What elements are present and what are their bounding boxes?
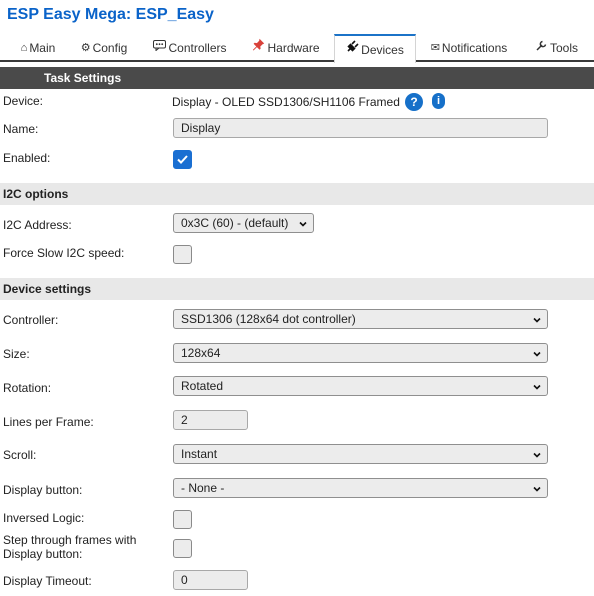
- device-value: Display - OLED SSD1306/SH1106 Framed: [172, 95, 400, 109]
- tab-main-label: Main: [29, 41, 56, 55]
- chevron-down-icon: [533, 351, 541, 357]
- device-label: Device:: [3, 94, 44, 108]
- name-input[interactable]: Display: [173, 118, 548, 138]
- wrench-icon: [536, 34, 548, 62]
- display-button-label: Display button:: [3, 483, 83, 497]
- i2c-address-label: I2C Address:: [3, 218, 72, 232]
- app-title: ESP Easy Mega: ESP_Easy: [7, 6, 214, 23]
- tab-main[interactable]: ⌂ Main: [18, 34, 58, 62]
- plug-icon: [346, 36, 359, 64]
- rotation-label: Rotation:: [3, 381, 52, 395]
- size-label: Size:: [3, 347, 30, 361]
- enabled-checkbox[interactable]: [173, 150, 192, 169]
- gear-icon: ⚙: [80, 42, 91, 54]
- controller-value: SSD1306 (128x64 dot controller): [181, 312, 356, 326]
- task-settings-header: Task Settings: [0, 67, 594, 89]
- slow-i2c-checkbox[interactable]: [173, 245, 192, 264]
- tab-devices-label: Devices: [361, 42, 404, 57]
- i2c-address-select[interactable]: 0x3C (60) - (default): [173, 213, 314, 233]
- tab-controllers-label: Controllers: [168, 41, 227, 55]
- inversed-logic-label: Inversed Logic:: [3, 511, 85, 525]
- slow-i2c-label: Force Slow I2C speed:: [3, 246, 125, 260]
- chevron-down-icon: [533, 317, 541, 323]
- chevron-down-icon: [299, 221, 307, 227]
- pin-icon: [252, 34, 265, 62]
- size-value: 128x64: [181, 346, 221, 360]
- step-frames-checkbox[interactable]: [173, 539, 192, 558]
- tab-tools-label: Tools: [549, 41, 578, 55]
- controller-select[interactable]: SSD1306 (128x64 dot controller): [173, 309, 548, 329]
- size-select[interactable]: 128x64: [173, 343, 548, 363]
- display-timeout-input[interactable]: 0: [173, 570, 248, 590]
- tab-notifications-label: Notifications: [441, 41, 508, 55]
- rotation-select[interactable]: Rotated: [173, 376, 548, 396]
- i2c-address-value: 0x3C (60) - (default): [181, 216, 289, 230]
- help-icon[interactable]: ?: [405, 93, 423, 111]
- scroll-label: Scroll:: [3, 448, 37, 462]
- tab-hardware-label: Hardware: [267, 41, 320, 55]
- step-frames-label-line2: Display button:: [3, 547, 83, 561]
- chevron-down-icon: [533, 452, 541, 458]
- enabled-label: Enabled:: [3, 151, 51, 165]
- controller-label: Controller:: [3, 313, 59, 327]
- checkmark-icon: [177, 155, 188, 164]
- mail-icon: ✉: [430, 42, 440, 54]
- tab-controllers[interactable]: Controllers: [150, 34, 230, 62]
- lines-per-frame-input[interactable]: 2: [173, 410, 248, 430]
- lines-per-frame-label: Lines per Frame:: [3, 415, 94, 429]
- name-label: Name:: [3, 122, 39, 136]
- main-nav-tabs: ⌂ Main ⚙ Config Controllers Hardware Dev…: [0, 34, 594, 63]
- tab-config-label: Config: [92, 41, 128, 55]
- tab-notifications[interactable]: ✉ Notifications: [428, 34, 510, 62]
- tab-hardware[interactable]: Hardware: [250, 34, 322, 62]
- scroll-value: Instant: [181, 447, 218, 461]
- home-icon: ⌂: [20, 42, 28, 54]
- i2c-options-section: I2C options: [0, 183, 594, 205]
- chevron-down-icon: [533, 486, 541, 492]
- step-frames-label: Step through frames with Display button:: [3, 533, 136, 561]
- chevron-down-icon: [533, 384, 541, 390]
- chat-icon: [153, 34, 167, 62]
- tab-devices[interactable]: Devices: [334, 34, 416, 63]
- display-button-value: - None -: [181, 481, 225, 495]
- display-button-select[interactable]: - None -: [173, 478, 548, 498]
- rotation-value: Rotated: [181, 379, 224, 393]
- info-icon[interactable]: i: [432, 93, 445, 109]
- inversed-logic-checkbox[interactable]: [173, 510, 192, 529]
- device-settings-section: Device settings: [0, 278, 594, 300]
- tab-config[interactable]: ⚙ Config: [80, 34, 128, 62]
- tab-tools[interactable]: Tools: [533, 34, 581, 62]
- display-timeout-label: Display Timeout:: [3, 574, 92, 588]
- step-frames-label-line1: Step through frames with: [3, 533, 137, 547]
- scroll-select[interactable]: Instant: [173, 444, 548, 464]
